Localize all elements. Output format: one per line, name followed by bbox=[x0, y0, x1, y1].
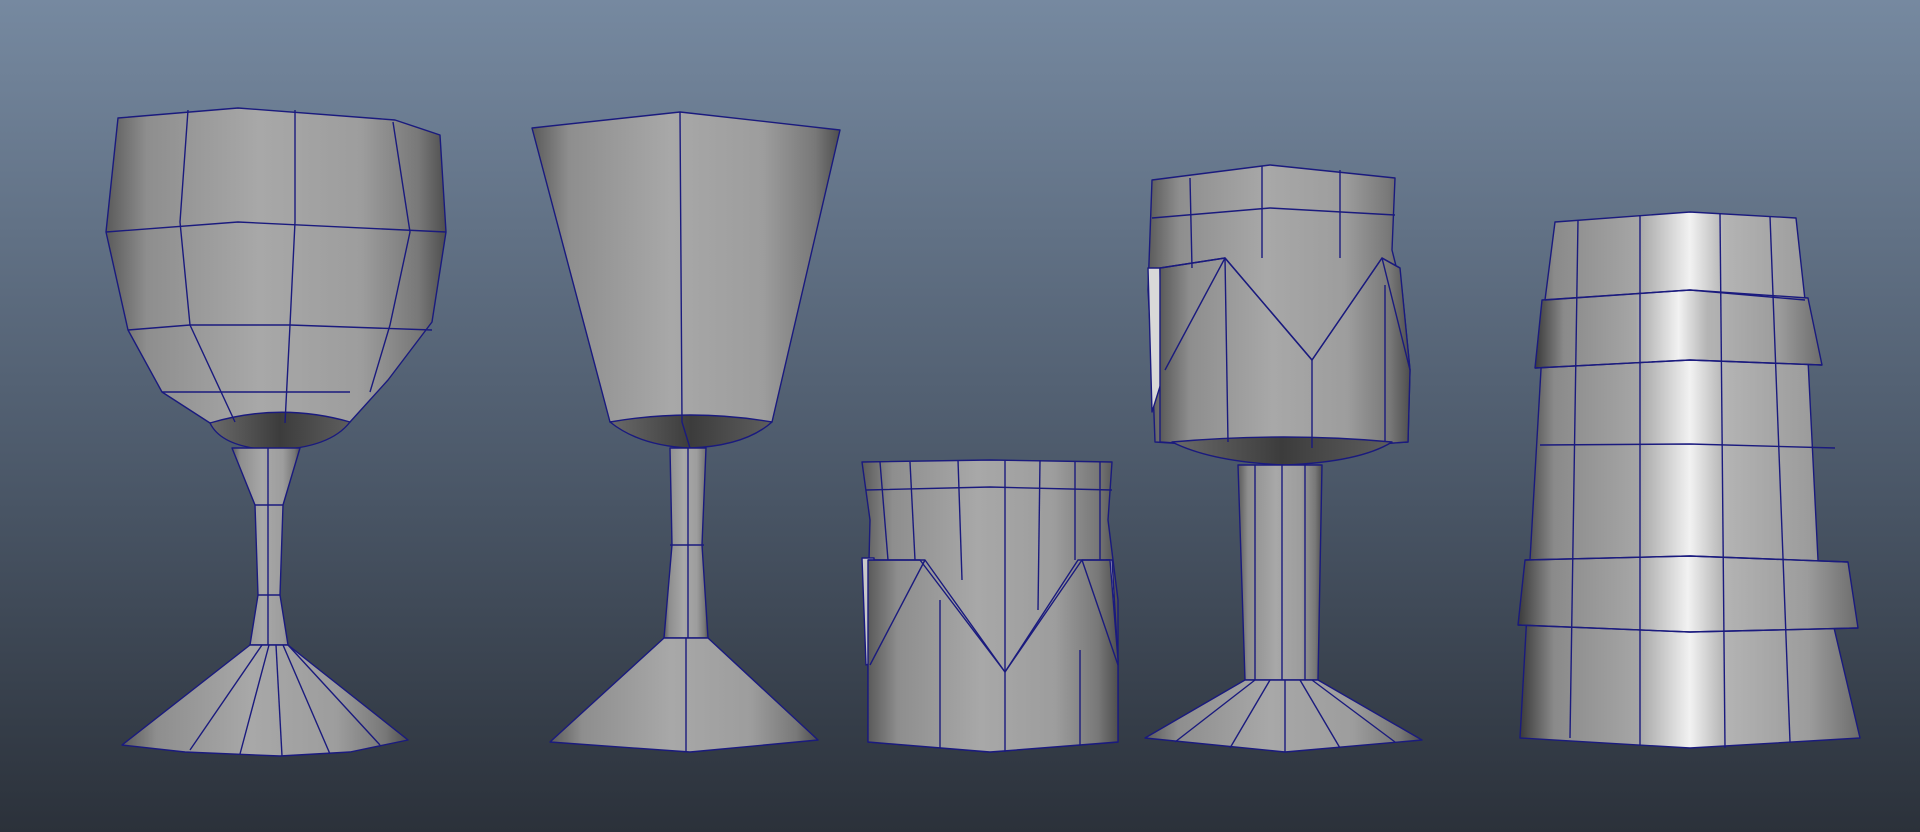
crown-goblet-stem bbox=[1237, 464, 1323, 681]
tumbler-ring-lower bbox=[1517, 555, 1859, 633]
3d-viewport[interactable] bbox=[0, 0, 1920, 832]
tumbler-ring-upper bbox=[1534, 289, 1823, 369]
crown-cup[interactable] bbox=[861, 459, 1119, 753]
